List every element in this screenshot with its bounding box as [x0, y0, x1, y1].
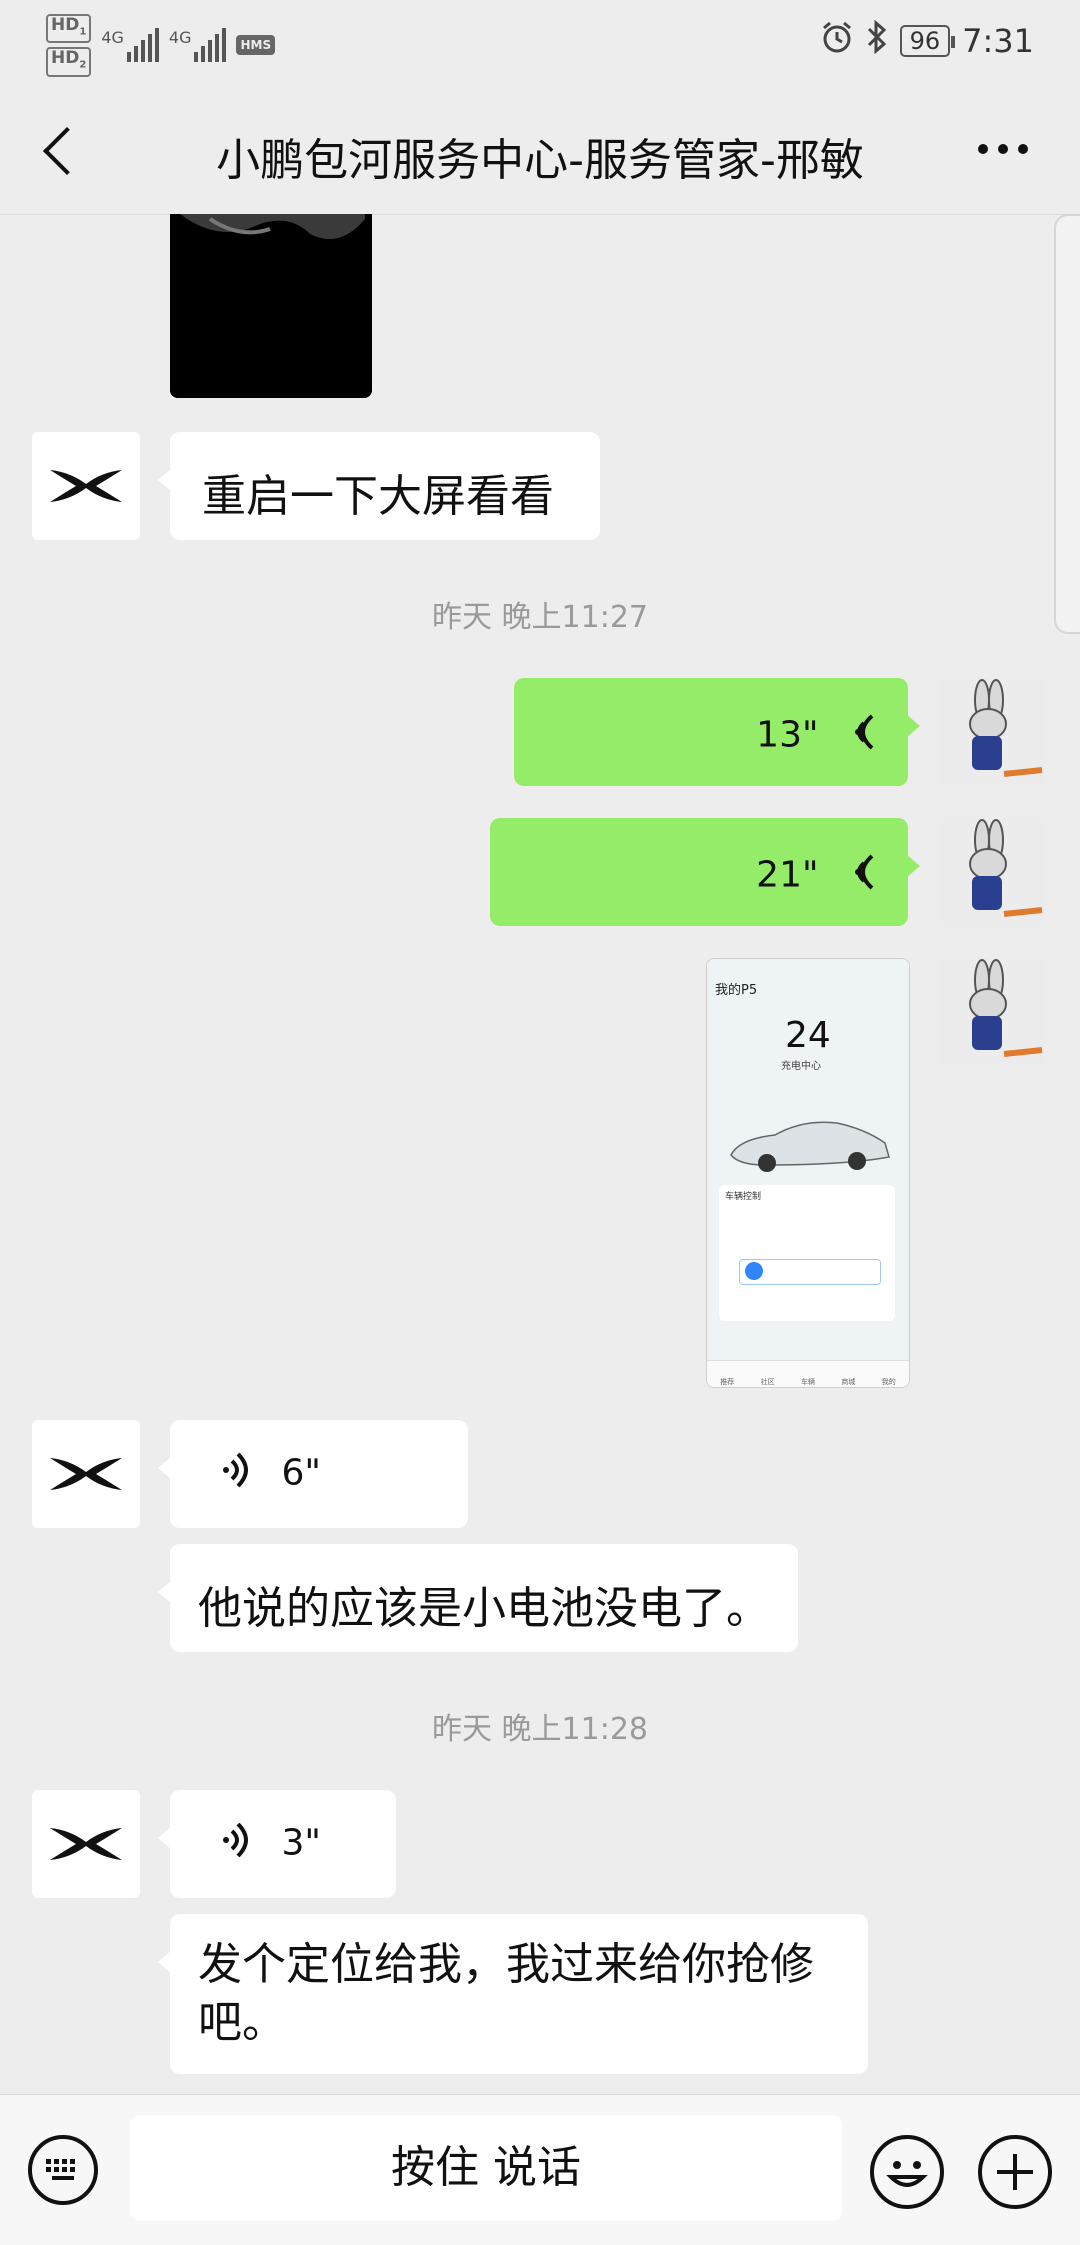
voice-wave-icon [218, 1450, 252, 1499]
status-right: 96 7:31 [820, 19, 1034, 62]
more-functions-button[interactable] [978, 2135, 1052, 2209]
shot-section-title: 车辆控制 [725, 1192, 762, 1202]
voice-duration: 3" [281, 1822, 321, 1864]
contact-avatar[interactable] [32, 1790, 140, 1898]
car-image-icon [730, 1121, 890, 1172]
shot-tab: 商城 [841, 1378, 856, 1386]
image-message[interactable] [170, 214, 372, 398]
voice-message[interactable]: 13" [514, 678, 920, 786]
shot-tab: 车辆 [800, 1378, 815, 1386]
voice-message[interactable]: 21" [490, 818, 920, 926]
shot-tab: 社区 [760, 1378, 775, 1386]
rabbit-avatar-icon [938, 818, 1046, 926]
hms-icon: HMS [236, 35, 276, 56]
signal-1-icon: 4G [101, 28, 159, 63]
shot-charge-label: 充电中心 [781, 1061, 821, 1072]
voice-wave-icon [844, 852, 878, 901]
xpeng-logo-icon [50, 1828, 122, 1860]
my-avatar[interactable] [938, 958, 1046, 1066]
battery-indicator: 96 [899, 25, 955, 57]
keyboard-toggle-button[interactable] [28, 2135, 98, 2205]
keyboard-icon [46, 2159, 75, 2180]
message-text: 重启一下大屏看看 [202, 471, 554, 522]
emoji-button[interactable] [870, 2135, 944, 2209]
input-bar: 按住 说话 [0, 2094, 1080, 2245]
signal-2-icon: 4G [169, 28, 227, 63]
message-text: 他说的应该是小电池没电了。 [198, 1583, 770, 1634]
shot-tab: 我的 [881, 1378, 896, 1386]
xpeng-logo-icon [50, 1458, 122, 1490]
hold-to-talk-button[interactable]: 按住 说话 [130, 2115, 842, 2221]
clock: 7:31 [962, 22, 1034, 60]
voice-wave-icon [844, 712, 878, 761]
shot-tabbar: 推荐 社区 车辆 商城 我的 [707, 1360, 909, 1387]
chat-header: 小鹏包河服务中心-服务管家-邢敏 [0, 86, 1080, 634]
alarm-icon [820, 20, 854, 62]
message-bubble[interactable]: 他说的应该是小电池没电了。 [158, 1544, 798, 1652]
voice-wave-icon [218, 1820, 252, 1869]
plus-icon [997, 2154, 1033, 2190]
voice-message[interactable]: 3" [158, 1790, 396, 1898]
rabbit-avatar-icon [938, 678, 1046, 786]
screenshot-message[interactable]: 我的P5 24 充电中心 车辆控制 推荐 社区 车辆 商城 我的 [706, 958, 910, 1388]
message-bubble[interactable]: 重启一下大屏看看 [158, 432, 600, 540]
xpeng-logo-icon [50, 470, 122, 502]
voice-duration: 6" [281, 1452, 321, 1494]
contact-avatar[interactable] [32, 1420, 140, 1528]
chat-messages[interactable]: 重启一下大屏看看 昨天 晚上11:27 13" 21" 我的P5 24 充电中心… [0, 214, 1080, 2094]
back-button[interactable] [38, 124, 78, 176]
voice-duration: 21" [756, 854, 819, 896]
chat-title: 小鹏包河服务中心-服务管家-邢敏 [216, 135, 864, 186]
hd1-badge: HD1 [46, 14, 92, 44]
message-bubble[interactable]: 发个定位给我，我过来给你抢修吧。 [158, 1914, 868, 2074]
bluetooth-icon [866, 19, 888, 62]
shot-temperature: 24 [785, 1015, 831, 1056]
shot-tab: 推荐 [720, 1378, 735, 1386]
my-avatar[interactable] [938, 818, 1046, 926]
smile-icon [886, 2161, 928, 2187]
contact-avatar[interactable] [32, 432, 140, 540]
status-bar: HD1 HD2 4G 4G HMS 96 7:31 [0, 0, 1080, 86]
shot-control-panel: 车辆控制 [719, 1185, 895, 1321]
voice-duration: 13" [756, 714, 819, 756]
hd2-badge: HD2 [46, 47, 92, 77]
timestamp: 昨天 晚上11:27 [432, 600, 648, 635]
message-text: 发个定位给我，我过来给你抢修吧。 [198, 1939, 814, 2048]
my-avatar[interactable] [938, 678, 1046, 786]
rabbit-avatar-icon [938, 958, 1046, 1066]
timestamp: 昨天 晚上11:28 [432, 1712, 648, 1747]
voice-message[interactable]: 6" [158, 1420, 468, 1528]
status-left: HD1 HD2 4G 4G HMS [46, 14, 276, 77]
shot-car-name: 我的P5 [715, 983, 758, 998]
more-options-button[interactable] [978, 144, 1028, 154]
